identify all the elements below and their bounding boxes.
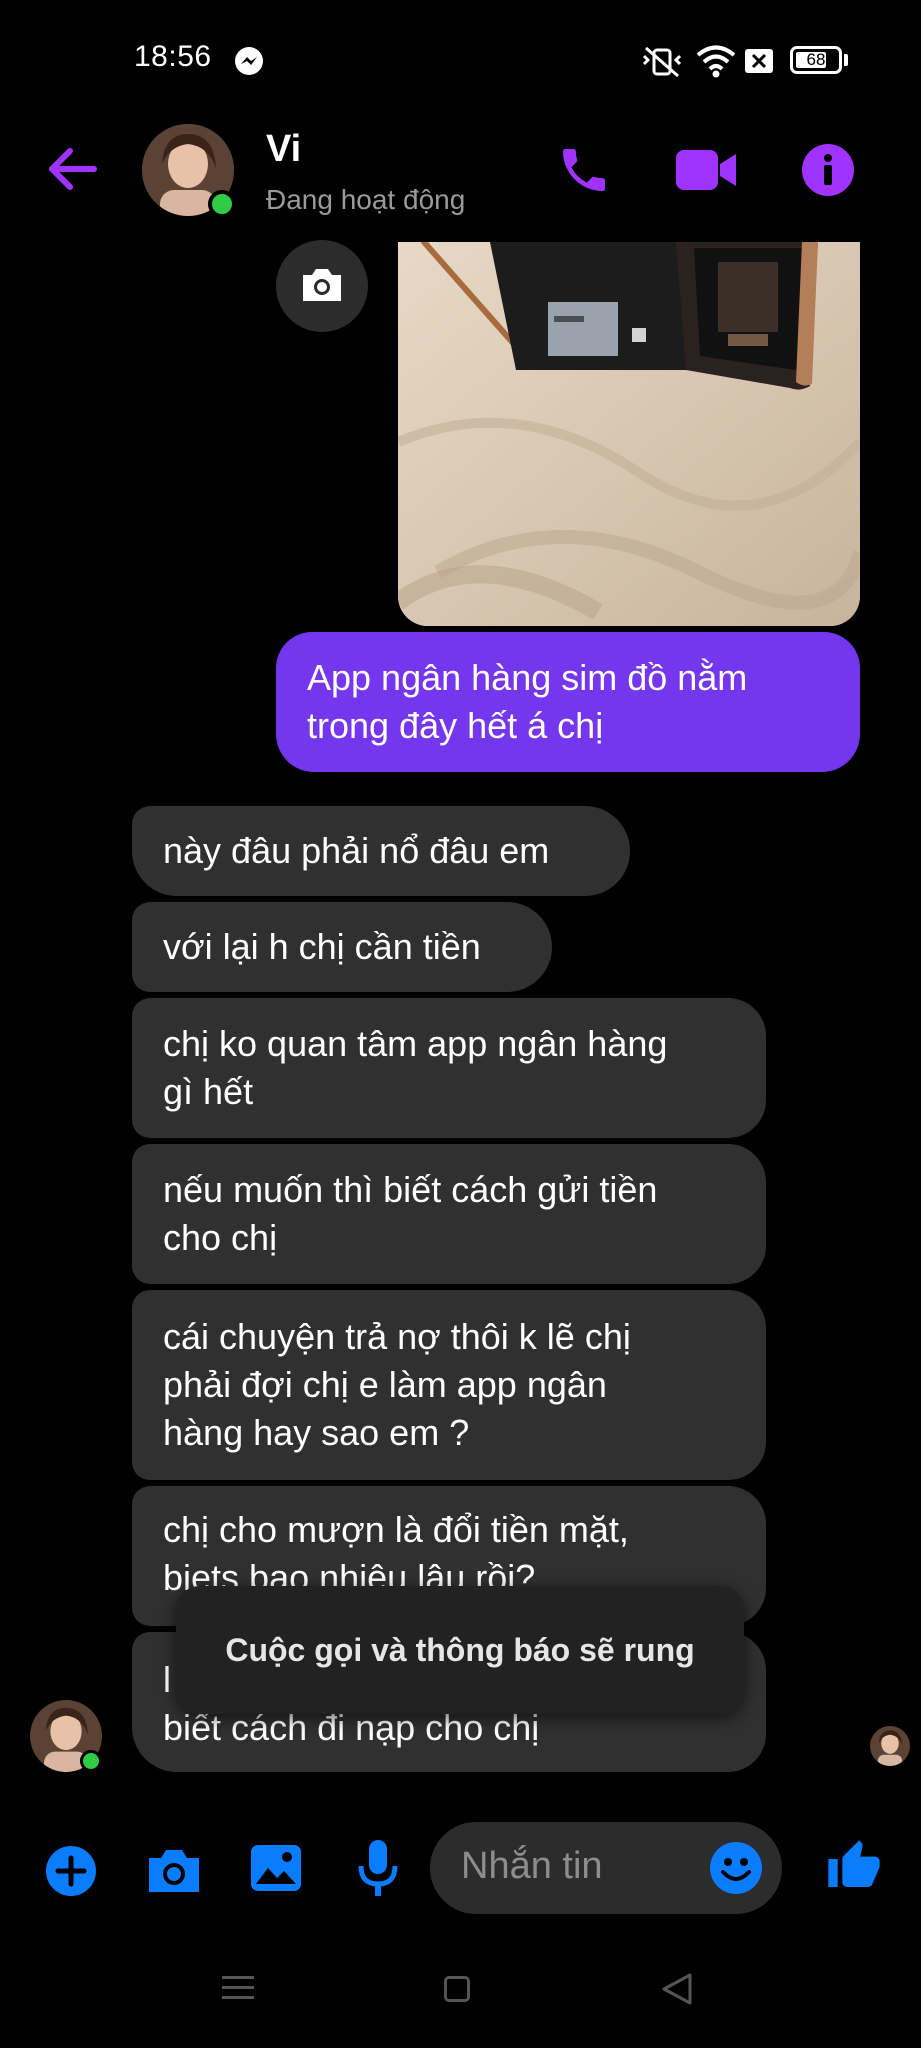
camera-icon bbox=[303, 269, 341, 301]
message-input[interactable]: Nhắn tin bbox=[461, 1845, 603, 1888]
read-receipt-avatar bbox=[870, 1726, 910, 1766]
received-message[interactable]: này đâu phải nổ đâu em bbox=[132, 806, 630, 896]
vibrate-off-icon bbox=[642, 46, 682, 78]
thumbs-up-icon[interactable] bbox=[826, 1838, 882, 1894]
microphone-icon[interactable] bbox=[358, 1840, 398, 1898]
video-icon[interactable] bbox=[676, 148, 738, 192]
camera-icon[interactable] bbox=[146, 1846, 202, 1894]
wifi-icon bbox=[696, 45, 736, 78]
status-time: 18:56 bbox=[134, 40, 212, 73]
plus-icon[interactable] bbox=[46, 1846, 96, 1896]
battery-icon: 68 bbox=[790, 46, 842, 74]
received-message[interactable]: nếu muốn thì biết cách gửi tiền cho chị bbox=[132, 1144, 766, 1284]
online-indicator bbox=[80, 1750, 102, 1772]
image-action-button[interactable] bbox=[276, 240, 368, 332]
received-message[interactable]: chị ko quan tâm app ngân hàng gì hết bbox=[132, 998, 766, 1138]
received-message[interactable]: cái chuyện trả nợ thôi k lẽ chị phải đợi… bbox=[132, 1290, 766, 1480]
battery-level: 68 bbox=[806, 50, 826, 69]
sent-photo[interactable] bbox=[398, 242, 860, 626]
emoji-icon[interactable] bbox=[710, 1842, 762, 1894]
received-message[interactable]: với lại h chị cần tiền bbox=[132, 902, 552, 992]
vibrate-toast: Cuộc gọi và thông báo sẽ rung bbox=[176, 1586, 744, 1714]
battery-tip bbox=[844, 54, 848, 66]
contact-name[interactable]: Vi bbox=[266, 128, 301, 171]
contact-status: Đang hoạt động bbox=[266, 184, 466, 215]
info-icon[interactable] bbox=[802, 144, 854, 196]
gallery-icon[interactable] bbox=[250, 1844, 302, 1892]
back-arrow-icon[interactable] bbox=[44, 146, 98, 192]
online-indicator bbox=[208, 190, 236, 218]
back-nav-button[interactable] bbox=[660, 1972, 694, 2006]
home-nav-button[interactable] bbox=[444, 1976, 470, 2002]
sent-message[interactable]: App ngân hàng sim đồ nằm trong đây hết á… bbox=[276, 632, 860, 772]
phone-icon[interactable] bbox=[556, 142, 612, 198]
sim-icon bbox=[745, 49, 773, 73]
messenger-icon bbox=[235, 47, 263, 75]
menu-nav-button[interactable] bbox=[222, 1974, 254, 2002]
